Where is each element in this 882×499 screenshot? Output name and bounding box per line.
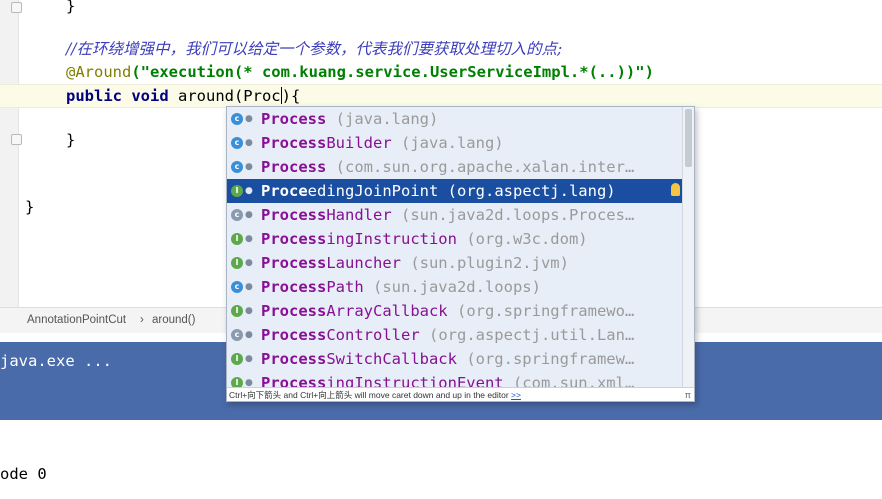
code-line-method: public void around(Proc){	[0, 84, 882, 108]
completion-label: ProcessArrayCallback (org.springframewo…	[261, 302, 635, 320]
interface-icon: I	[231, 185, 243, 197]
completion-label: ProcessHandler (sun.java2d.loops.Proces…	[261, 206, 635, 224]
class-icon: c	[231, 137, 243, 149]
completion-item[interactable]: c ● Process (com.sun.org.apache.xalan.int…	[227, 155, 682, 179]
interface-icon: I	[231, 257, 243, 269]
completion-list[interactable]: c ● Process (java.lang) c ● ProcessBuilder…	[227, 107, 682, 387]
console-output: ode 0	[0, 420, 882, 499]
completion-item[interactable]: I ● ProcessingInstructionEvent (com.sun.x…	[227, 371, 682, 387]
interface-icon: I	[231, 353, 243, 365]
method-tail: ){	[281, 87, 301, 105]
code-text: }	[66, 0, 76, 15]
completion-label: ProcessSwitchCallback (org.springframew…	[261, 350, 635, 368]
code-line-comment: //在环绕增强中，我们可以给定一个参数，代表我们要获取处理切入的点;	[0, 38, 882, 61]
run-config-title[interactable]: java.exe ...	[0, 352, 112, 370]
annotation-args: ("execution(* com.kuang.service.UserServ…	[131, 63, 654, 81]
class-icon: c	[231, 161, 243, 173]
completion-label: ProcessingInstructionEvent (com.sun.xml…	[261, 374, 635, 387]
breadcrumb-item-class[interactable]: AnnotationPointCut	[27, 308, 126, 333]
lightbulb-icon[interactable]	[671, 183, 680, 196]
completion-label: ProcessLauncher (sun.plugin2.jvm)	[261, 254, 569, 272]
public-visibility-icon: ●	[245, 138, 253, 148]
console-line: ode 0	[0, 465, 47, 483]
completion-item[interactable]: I ● ProcessingInstruction (org.w3c.dom)	[227, 227, 682, 251]
completion-hint-link[interactable]: >>	[511, 390, 521, 400]
comment-text: //在环绕增强中，我们可以给定一个参数，代表我们要获取处理切入的点;	[66, 40, 563, 58]
public-visibility-icon: ●	[245, 234, 253, 244]
completion-item-selected[interactable]: I ● ProceedingJoinPoint (org.aspectj.lang…	[227, 179, 682, 203]
completion-hint-text: Ctrl+向下箭头 and Ctrl+向上箭头 will move caret …	[229, 390, 512, 400]
abstract-class-icon: c	[231, 329, 243, 341]
completion-item[interactable]: I ● ProcessArrayCallback (org.springframe…	[227, 299, 682, 323]
completion-label: Process (java.lang)	[261, 110, 439, 128]
completion-scrollbar[interactable]	[682, 107, 694, 387]
completion-item[interactable]: c ● ProcessHandler (sun.java2d.loops.Proc…	[227, 203, 682, 227]
public-visibility-icon: ●	[245, 378, 253, 387]
breadcrumb-item-method[interactable]: around()	[152, 308, 195, 333]
completion-item[interactable]: c ● ProcessBuilder (java.lang)	[227, 131, 682, 155]
interface-icon: I	[231, 233, 243, 245]
completion-label: Process (com.sun.org.apache.xalan.inter…	[261, 158, 635, 176]
public-visibility-icon: ●	[245, 282, 253, 292]
completion-label: ProcessingInstruction (org.w3c.dom)	[261, 230, 588, 248]
completion-label: ProceedingJoinPoint (org.aspectj.lang)	[261, 182, 616, 200]
public-visibility-icon: ●	[245, 162, 253, 172]
completion-label: ProcessPath (sun.java2d.loops)	[261, 278, 541, 296]
scrollbar-thumb[interactable]	[685, 109, 692, 167]
completion-item[interactable]: c ● Process (java.lang)	[227, 107, 682, 131]
completion-item[interactable]: c ● ProcessController (org.aspectj.util.L…	[227, 323, 682, 347]
public-visibility-icon: ●	[245, 354, 253, 364]
code-text: }	[25, 198, 35, 216]
method-keywords: public void	[66, 87, 169, 105]
public-visibility-icon: ●	[245, 306, 253, 316]
public-visibility-icon: ●	[245, 210, 253, 220]
completion-label: ProcessController (org.aspectj.util.Lan…	[261, 326, 635, 344]
code-line-brace: }	[0, 0, 882, 18]
pi-icon[interactable]: π	[685, 388, 691, 401]
code-completion-popup[interactable]: c ● Process (java.lang) c ● ProcessBuilder…	[226, 106, 695, 402]
code-text: }	[66, 131, 76, 149]
annotation-name: @Around	[66, 63, 132, 81]
public-visibility-icon: ●	[245, 186, 253, 196]
completion-item[interactable]: I ● ProcessSwitchCallback (org.springfram…	[227, 347, 682, 371]
code-line-annotation: @Around("execution(* com.kuang.service.U…	[0, 61, 882, 84]
public-visibility-icon: ●	[245, 258, 253, 268]
public-visibility-icon: ●	[245, 330, 253, 340]
public-visibility-icon: ●	[245, 114, 253, 124]
class-icon: c	[231, 281, 243, 293]
breadcrumb-separator: ›	[140, 314, 144, 326]
completion-hint-bar: Ctrl+向下箭头 and Ctrl+向上箭头 will move caret …	[227, 387, 694, 401]
class-icon: c	[231, 113, 243, 125]
method-signature: around(Proc	[168, 87, 281, 105]
completion-label: ProcessBuilder (java.lang)	[261, 134, 504, 152]
abstract-class-icon: c	[231, 209, 243, 221]
completion-item[interactable]: I ● ProcessLauncher (sun.plugin2.jvm)	[227, 251, 682, 275]
interface-icon: I	[231, 305, 243, 317]
completion-item[interactable]: c ● ProcessPath (sun.java2d.loops)	[227, 275, 682, 299]
interface-icon: I	[231, 377, 243, 387]
